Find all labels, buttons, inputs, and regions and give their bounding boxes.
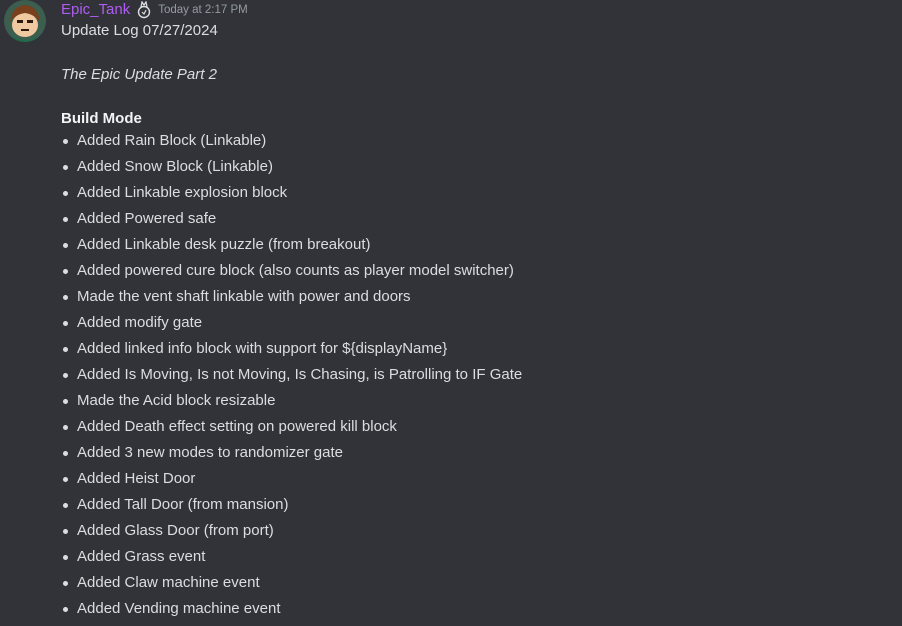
list-item: Added Rain Block (Linkable)	[63, 130, 890, 156]
list-item: Added Death effect setting on powered ki…	[63, 416, 890, 442]
list-item: Added Claw machine event	[63, 572, 890, 598]
list-item: Added Glass Door (from port)	[63, 520, 890, 546]
list-item: Added Grass event	[63, 546, 890, 572]
list-item: Added Is Moving, Is not Moving, Is Chasi…	[63, 364, 890, 390]
message-header: Epic_Tank Today at 2:17 PM	[61, 0, 248, 20]
username[interactable]: Epic_Tank	[61, 1, 130, 19]
list-item: Added Vending machine event	[63, 598, 890, 624]
list-item: Added Linkable explosion block	[63, 182, 890, 208]
update-subtitle: The Epic Update Part 2	[61, 66, 217, 83]
list-item: Made the Acid block resizable	[63, 390, 890, 416]
list-item: Added powered cure block (also counts as…	[63, 260, 890, 286]
avatar-icon	[4, 0, 46, 42]
chat-message: Epic_Tank Today at 2:17 PM Update Log 07…	[0, 0, 902, 626]
list-item: Added Linkable desk puzzle (from breakou…	[63, 234, 890, 260]
section-heading: Build Mode	[61, 110, 142, 127]
changelog-list: Added Rain Block (Linkable) Added Snow B…	[61, 130, 890, 624]
role-badge-icon[interactable]	[136, 0, 152, 19]
list-item: Added 3 new modes to randomizer gate	[63, 442, 890, 468]
message-timestamp[interactable]: Today at 2:17 PM	[158, 1, 248, 19]
list-item: Added Tall Door (from mansion)	[63, 494, 890, 520]
list-item: Added Heist Door	[63, 468, 890, 494]
avatar[interactable]	[4, 0, 46, 42]
list-item: Added linked info block with support for…	[63, 338, 890, 364]
list-item: Added Snow Block (Linkable)	[63, 156, 890, 182]
update-log-title: Update Log 07/27/2024	[61, 22, 218, 39]
list-item: Added modify gate	[63, 312, 890, 338]
list-item: Added Powered safe	[63, 208, 890, 234]
list-item: Made the vent shaft linkable with power …	[63, 286, 890, 312]
message-content: Update Log 07/27/2024 The Epic Update Pa…	[61, 20, 890, 624]
